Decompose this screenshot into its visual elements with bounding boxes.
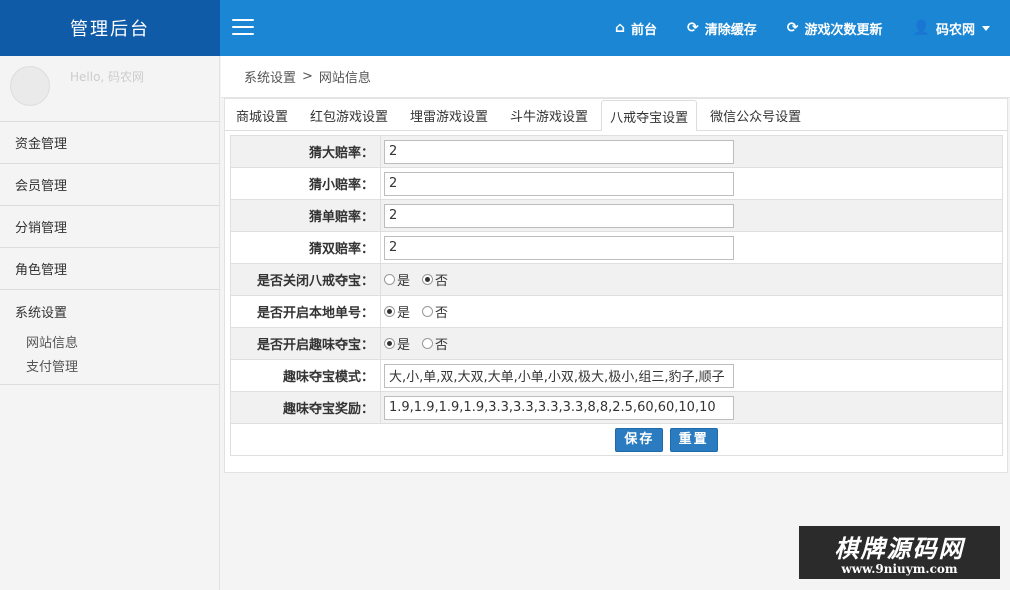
tab-wechat-settings[interactable]: 微信公众号设置 — [701, 100, 810, 130]
fun-mode-input[interactable] — [384, 363, 734, 388]
form-row: 是否开启趣味夺宝： 是 否 — [230, 327, 1003, 360]
close-bajie-label: 是否关闭八戒夺宝： — [230, 263, 381, 296]
tab-bullfight-settings[interactable]: 斗牛游戏设置 — [501, 100, 597, 130]
user-icon: 👤 — [912, 20, 930, 36]
breadcrumb-separator: > — [302, 69, 313, 84]
guess-even-label: 猜双赔率： — [230, 231, 381, 264]
menu-toggle-icon[interactable] — [232, 19, 254, 37]
sidebar-item-funds[interactable]: 资金管理 — [0, 122, 219, 164]
guess-small-input[interactable] — [384, 171, 734, 196]
form-row: 猜双赔率： — [230, 231, 1003, 264]
brand-title[interactable]: 管理后台 — [0, 0, 220, 56]
sidebar-subitem-payment[interactable]: 支付管理 — [0, 356, 219, 380]
reset-button[interactable]: 重置 — [669, 427, 718, 452]
guess-odd-input[interactable] — [384, 203, 734, 228]
form-row: 是否开启本地单号： 是 否 — [230, 295, 1003, 328]
guess-big-input[interactable] — [384, 139, 734, 164]
tab-mall-settings[interactable]: 商城设置 — [227, 100, 297, 130]
user-name: 码农网 — [935, 22, 975, 38]
guess-big-label: 猜大赔率： — [230, 135, 381, 168]
fun-treasure-yes-radio[interactable]: 是 — [384, 334, 410, 353]
sidebar-item-roles[interactable]: 角色管理 — [0, 248, 219, 290]
refresh-icon: ⟳ — [687, 20, 699, 36]
nav-clear-cache-link[interactable]: ⟳ 清除缓存 — [687, 19, 757, 38]
user-menu-dropdown[interactable]: 👤 码农网 — [913, 19, 990, 38]
local-single-no-radio[interactable]: 否 — [422, 302, 448, 321]
fun-mode-label: 趣味夺宝模式： — [230, 359, 381, 392]
form-row: 猜单赔率： — [230, 199, 1003, 232]
user-greeting: Hello, 码农网 — [70, 70, 145, 84]
form-row: 趣味夺宝模式： — [230, 359, 1003, 392]
nav-frontend-link[interactable]: ⌂ 前台 — [615, 19, 657, 38]
settings-form: 猜大赔率： 猜小赔率： 猜单赔率： 猜双赔率： 是否关闭八戒夺宝： 是 — [230, 135, 1003, 456]
avatar — [10, 66, 50, 106]
sidebar-group-system: 系统设置 网站信息 支付管理 — [0, 290, 219, 385]
breadcrumb-parent[interactable]: 系统设置 — [244, 67, 296, 86]
sidebar: Hello, 码农网 资金管理 会员管理 分销管理 角色管理 系统设置 网站信息… — [0, 56, 220, 590]
watermark-url: www.9niuym.com — [841, 562, 958, 576]
main-content: 系统设置 > 网站信息 商城设置 红包游戏设置 埋雷游戏设置 斗牛游戏设置 八戒… — [221, 56, 1010, 590]
home-icon: ⌂ — [615, 20, 626, 36]
guess-small-label: 猜小赔率： — [230, 167, 381, 200]
nav-update-game-count-link[interactable]: ⟳ 游戏次数更新 — [787, 19, 883, 38]
sidebar-subitem-site-info[interactable]: 网站信息 — [0, 332, 219, 356]
local-single-yes-radio[interactable]: 是 — [384, 302, 410, 321]
close-bajie-no-radio[interactable]: 否 — [422, 270, 448, 289]
form-row: 猜大赔率： — [230, 135, 1003, 168]
save-button[interactable]: 保存 — [615, 427, 664, 452]
top-navbar: 管理后台 ⌂ 前台 ⟳ 清除缓存 ⟳ 游戏次数更新 👤 码农网 — [0, 0, 1010, 56]
watermark: 棋牌源码网 www.9niuym.com — [799, 526, 1000, 579]
form-row: 趣味夺宝奖励： — [230, 391, 1003, 424]
form-row: 猜小赔率： — [230, 167, 1003, 200]
nav-clear-cache-label: 清除缓存 — [704, 22, 757, 38]
fun-reward-label: 趣味夺宝奖励： — [230, 391, 381, 424]
nav-update-game-count-label: 游戏次数更新 — [804, 22, 883, 38]
fun-reward-input[interactable] — [384, 395, 734, 420]
breadcrumb-current: 网站信息 — [318, 71, 371, 86]
local-single-label: 是否开启本地单号： — [230, 295, 381, 328]
sidebar-item-members[interactable]: 会员管理 — [0, 164, 219, 206]
fun-treasure-no-radio[interactable]: 否 — [422, 334, 448, 353]
form-row: 是否关闭八戒夺宝： 是 否 — [230, 263, 1003, 296]
user-panel: Hello, 码农网 — [0, 56, 219, 122]
sidebar-item-distribution[interactable]: 分销管理 — [0, 206, 219, 248]
sidebar-item-system-settings[interactable]: 系统设置 — [0, 290, 219, 332]
chevron-down-icon — [982, 25, 990, 31]
breadcrumb: 系统设置 > 网站信息 — [221, 56, 1010, 98]
refresh-icon: ⟳ — [786, 20, 799, 36]
watermark-title: 棋牌源码网 — [834, 534, 965, 563]
top-nav-links: ⌂ 前台 ⟳ 清除缓存 ⟳ 游戏次数更新 👤 码农网 — [585, 0, 990, 56]
settings-panel: 商城设置 红包游戏设置 埋雷游戏设置 斗牛游戏设置 八戒夺宝设置 微信公众号设置… — [224, 98, 1008, 473]
nav-frontend-label: 前台 — [631, 22, 658, 38]
sidebar-submenu: 网站信息 支付管理 — [0, 332, 219, 380]
tab-red-packet-settings[interactable]: 红包游戏设置 — [301, 100, 397, 130]
guess-odd-label: 猜单赔率： — [230, 199, 381, 232]
settings-tabs: 商城设置 红包游戏设置 埋雷游戏设置 斗牛游戏设置 八戒夺宝设置 微信公众号设置 — [225, 99, 1007, 131]
tab-mine-game-settings[interactable]: 埋雷游戏设置 — [401, 100, 497, 130]
fun-treasure-label: 是否开启趣味夺宝： — [230, 327, 381, 360]
form-actions: 保存 重置 — [230, 423, 1003, 456]
guess-even-input[interactable] — [384, 235, 734, 260]
tab-bajie-treasure-settings[interactable]: 八戒夺宝设置 — [601, 100, 698, 131]
close-bajie-yes-radio[interactable]: 是 — [384, 270, 410, 289]
